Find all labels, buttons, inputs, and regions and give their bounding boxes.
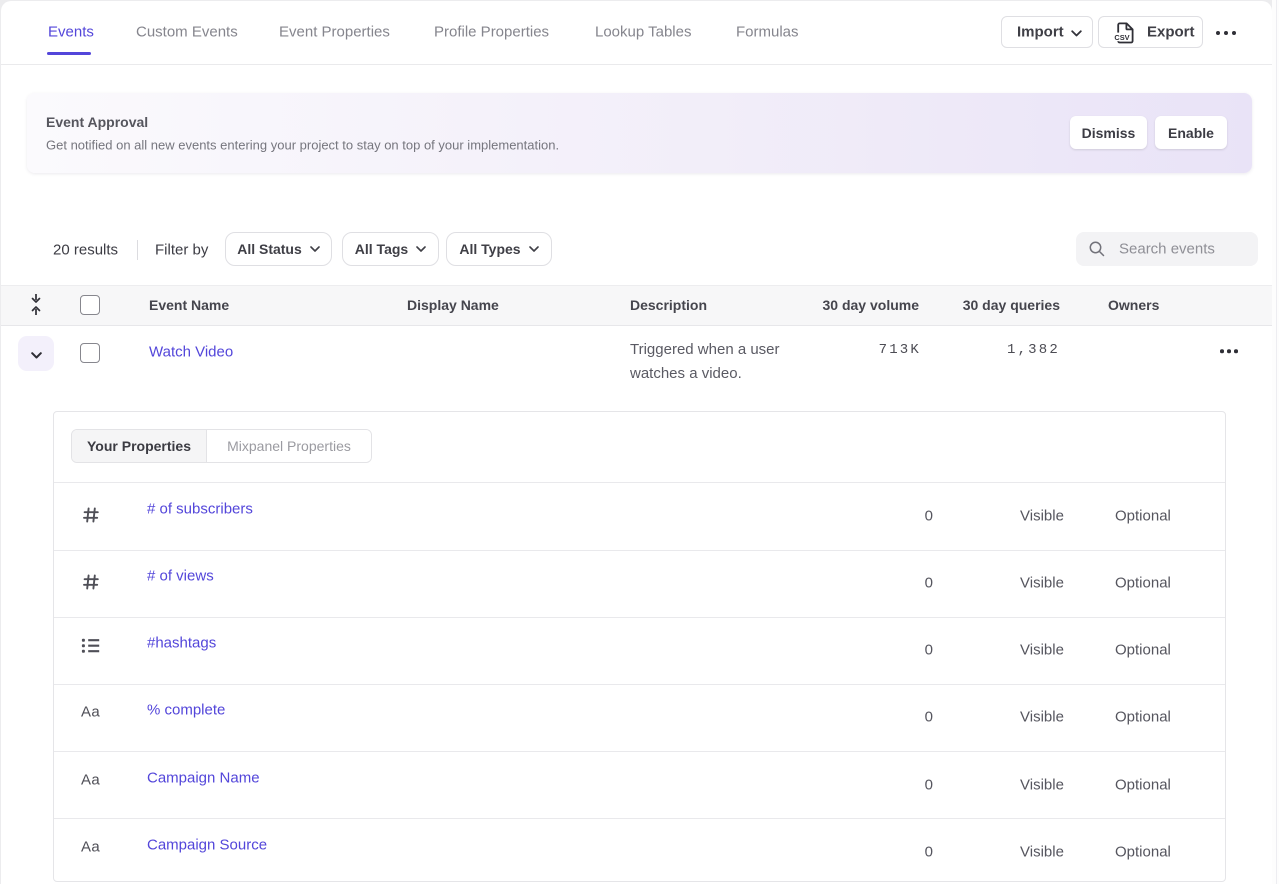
svg-text:CSV: CSV bbox=[1114, 33, 1129, 42]
